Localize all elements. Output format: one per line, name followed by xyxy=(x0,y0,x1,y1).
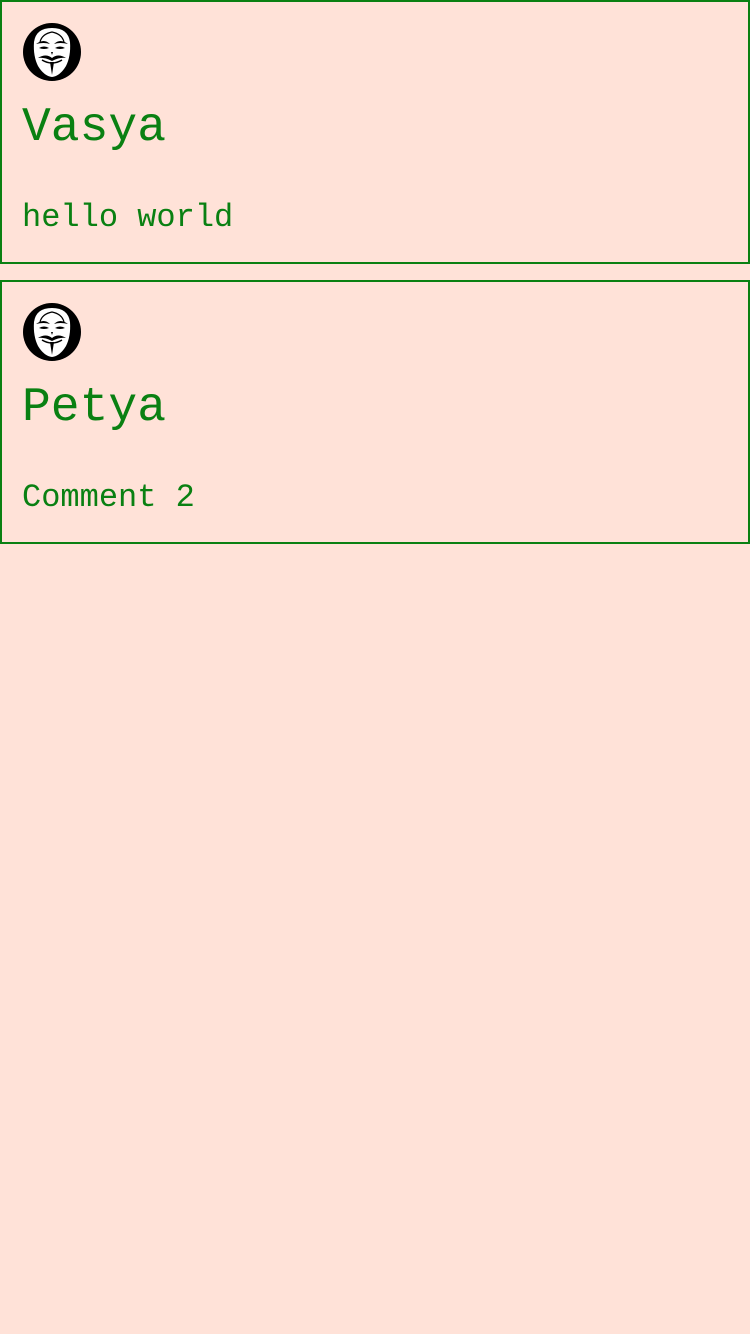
comment-list: Vasya hello world Petya Comment 2 xyxy=(0,0,750,544)
guy-fawkes-mask-icon xyxy=(23,23,81,81)
comment-card: Petya Comment 2 xyxy=(0,280,750,544)
comment-card: Vasya hello world xyxy=(0,0,750,264)
comment-text: hello world xyxy=(22,199,234,236)
comment-author: Petya xyxy=(22,381,167,435)
comment-author: Vasya xyxy=(22,101,167,155)
guy-fawkes-mask-icon xyxy=(23,303,81,361)
comment-text: Comment 2 xyxy=(22,479,195,516)
